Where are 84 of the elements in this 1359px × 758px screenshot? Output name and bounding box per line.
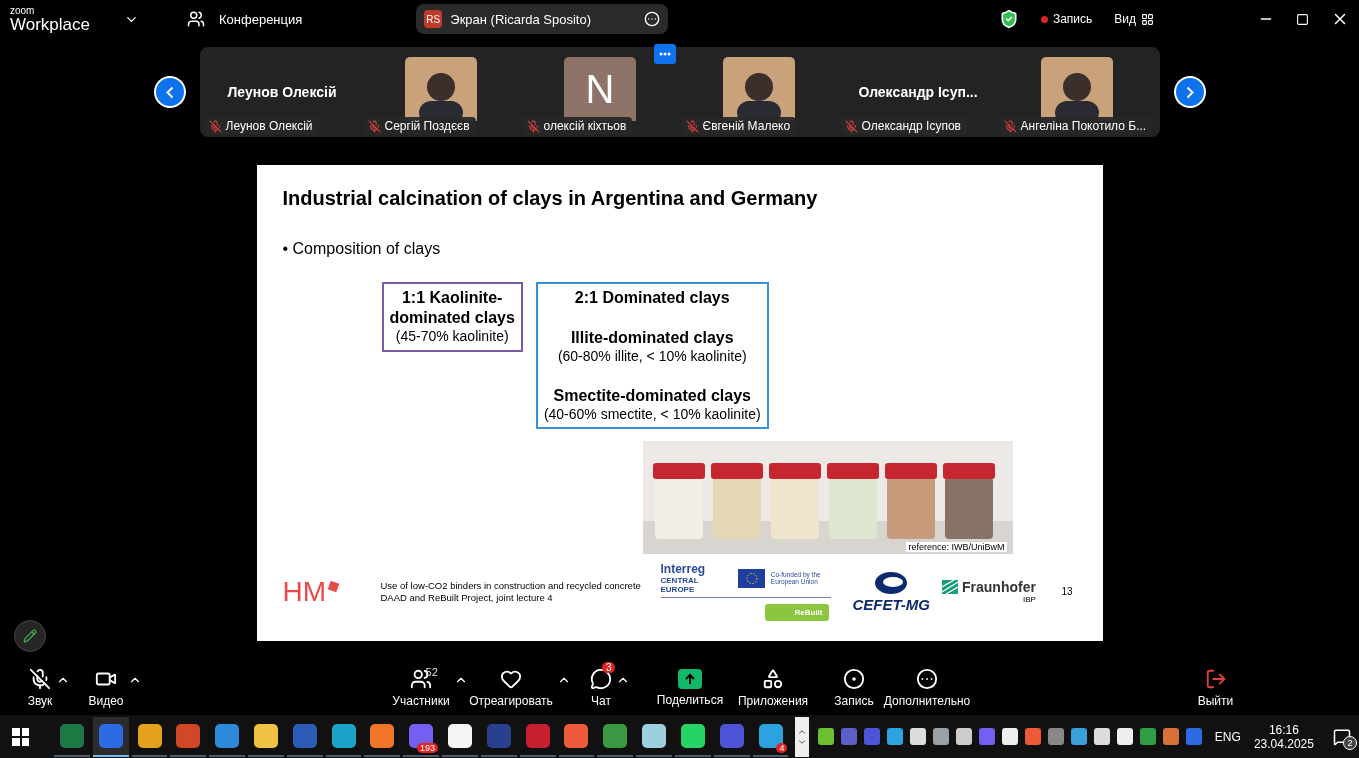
slide-title: Industrial calcination of clays in Argentina and Germany	[282, 187, 819, 210]
more-icon[interactable]	[644, 11, 661, 27]
avatar-initials: RS	[424, 10, 443, 28]
recording-indicator[interactable]: Запись	[1040, 12, 1093, 26]
windows-icon[interactable]	[12, 727, 29, 746]
participant-label: Сергій Поздєєв	[363, 117, 476, 135]
footer-text: Use of low-CO2 binders in construction and recycled concrete DAAD and ReBuilt Project, joint lecture 4	[380, 580, 642, 603]
logo-text: ReBuilt	[764, 604, 829, 621]
share-icon	[678, 668, 702, 689]
taskbar-app[interactable]: 4	[752, 716, 789, 757]
avatar-initial: N	[564, 57, 636, 121]
participant-label: Євгеній Малеко	[681, 117, 797, 135]
chevron-left-icon	[165, 85, 174, 99]
tray-icon[interactable]	[1070, 728, 1087, 745]
more-button[interactable]	[654, 44, 676, 64]
logo-text: Workplace	[10, 15, 91, 33]
page-number: 13	[1061, 586, 1073, 597]
tray-icon[interactable]	[1001, 728, 1018, 745]
toolbar-button[interactable]: Звук	[27, 661, 53, 708]
toolbar-button[interactable]: Выйти	[1197, 661, 1234, 708]
toolbar-button[interactable]: Видео	[88, 661, 124, 708]
logo-text: CENTRAL EUROPE	[660, 576, 700, 594]
toolbar-button[interactable]: Запись	[834, 661, 874, 708]
pencil-icon	[23, 629, 37, 643]
text-box: 2:1 Dominated clays Illite-dominated clays (60-80% illite, < 10% kaolinite) Smectite-dominated clays (40-60% smectite, < 10% kaolinite)	[535, 282, 769, 429]
bullet-text: Composition of clays	[292, 240, 441, 257]
count-badge: 193	[417, 742, 439, 753]
leave-icon	[1204, 667, 1227, 690]
record-icon	[843, 667, 865, 690]
participant-label: Леунов Олексій	[204, 117, 319, 135]
unread-badge: 3	[601, 661, 616, 673]
notification-count: 2	[1342, 735, 1357, 750]
tray-icon[interactable]	[817, 728, 834, 745]
participant-label: Олександр Ісупов	[840, 117, 967, 135]
toolbar-button[interactable]: Дополнительно	[883, 661, 971, 708]
apps-icon	[762, 667, 784, 690]
tray-icon[interactable]	[1093, 728, 1110, 745]
bullet-mark: •	[282, 240, 289, 257]
more-icon	[659, 52, 671, 56]
grid-icon	[1141, 12, 1154, 26]
avatar	[405, 57, 477, 121]
tray-icon[interactable]	[955, 728, 972, 745]
logo-text: CEFET-MG	[852, 596, 930, 613]
text-box: 1:1 Kaolinite- dominated clays (45-70% kaolinite)	[381, 282, 523, 352]
toolbar-button[interactable]: Поделиться	[656, 662, 724, 707]
tray-icon[interactable]	[909, 728, 926, 745]
taskbar-app[interactable]	[92, 716, 129, 757]
participant-label: Ангеліна Покотило Б...	[999, 117, 1153, 135]
participant-count: 52	[425, 665, 438, 678]
logo-text: Interreg	[660, 562, 707, 576]
participant-label: олексій кіхтьов	[522, 117, 633, 135]
notifications-icon[interactable]	[1332, 727, 1351, 746]
tray-icon[interactable]	[1116, 728, 1133, 745]
annotate-button[interactable]	[14, 620, 46, 652]
view-button[interactable]: Вид	[1114, 12, 1154, 26]
count-badge: 4	[776, 742, 788, 753]
logo-icon	[873, 570, 910, 596]
toolbar-button[interactable]: Отреагировать	[469, 661, 553, 708]
chevron-right-icon	[1185, 85, 1194, 99]
toolbar-button[interactable]: 52 Участники	[392, 661, 450, 708]
logo-icon	[942, 580, 958, 594]
logo-text: Fraunhofer	[962, 579, 1036, 595]
flag-icon	[737, 568, 765, 588]
more-icon	[916, 667, 938, 690]
participant-name: Олександр Ісуп...	[858, 84, 978, 100]
language-indicator[interactable]: ENG	[1214, 729, 1241, 744]
tray-icon[interactable]	[1162, 728, 1179, 745]
scroll-arrows[interactable]	[795, 716, 809, 757]
clock[interactable]: 16:16 23.04.2025	[1253, 722, 1314, 751]
logo-text: zoom	[10, 5, 36, 16]
previous-button[interactable]	[153, 76, 186, 108]
logo-text: HM	[282, 575, 369, 608]
taskbar-app[interactable]: 193	[403, 716, 440, 757]
tray-icon[interactable]	[932, 728, 949, 745]
people-icon	[187, 10, 205, 28]
tray-icon[interactable]	[886, 728, 903, 745]
logo-text: IBP	[1023, 595, 1036, 604]
photo-caption: reference: IWB/UniBwM	[906, 542, 1007, 552]
toolbar-button[interactable]: Приложения	[737, 661, 809, 708]
next-button[interactable]	[1173, 76, 1206, 108]
share-indicator[interactable]: RS Экран (Ricarda Sposito)	[416, 4, 669, 34]
participant-name: Леунов Олексій	[227, 84, 337, 100]
meeting-title[interactable]: Конференция	[219, 11, 303, 27]
maximize-icon[interactable]	[1296, 12, 1309, 26]
